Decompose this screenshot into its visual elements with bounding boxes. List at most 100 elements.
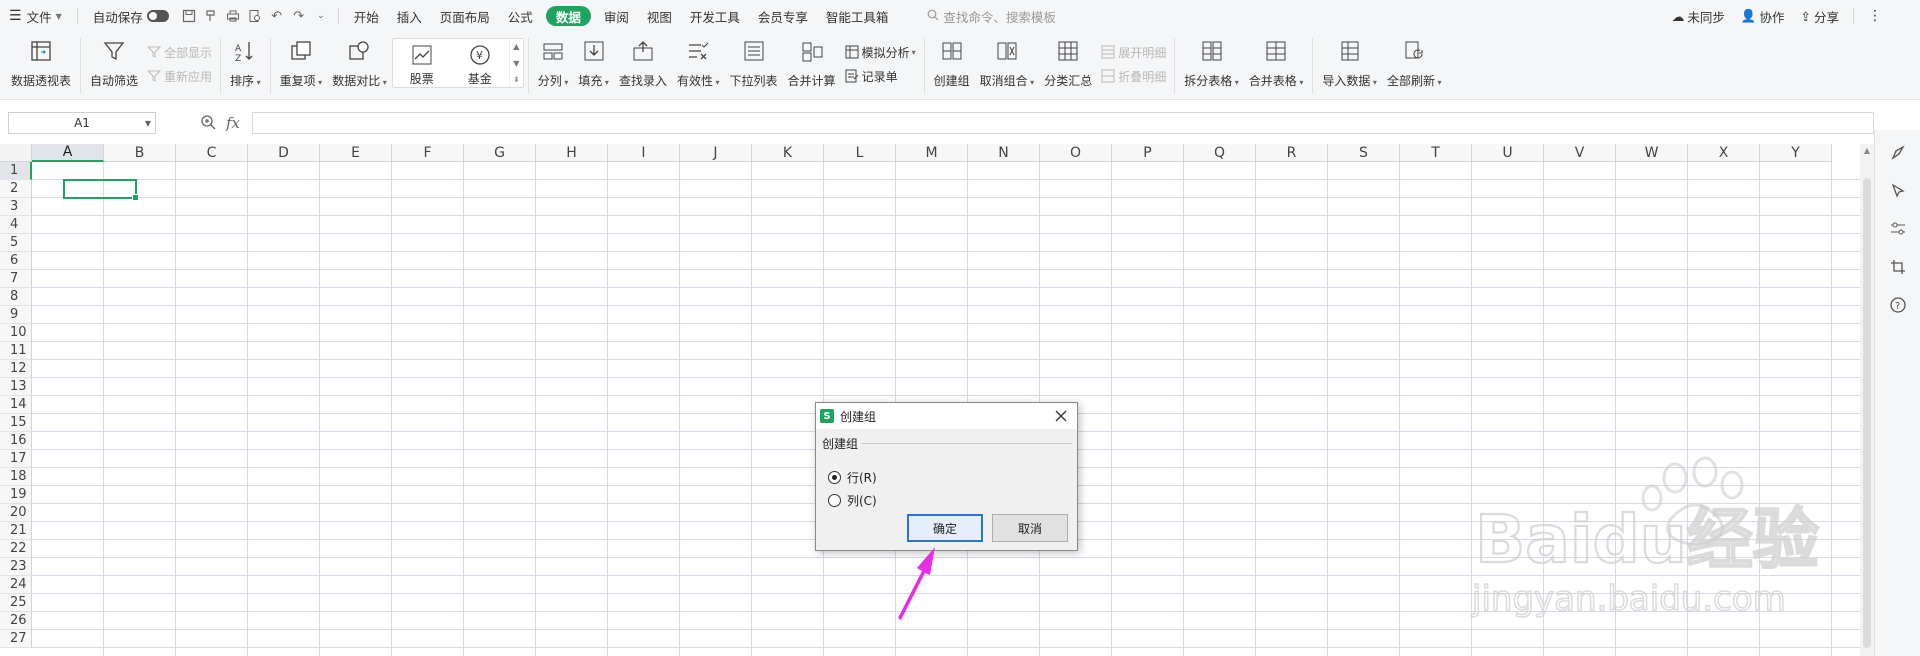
command-search[interactable]: 查找命令、搜索模板 (917, 7, 1066, 26)
select-cursor-icon[interactable] (1883, 172, 1913, 210)
tab-insert[interactable]: 插入 (388, 0, 431, 32)
tab-start[interactable]: 开始 (345, 0, 388, 32)
row-header[interactable]: 24 (0, 576, 32, 594)
column-header[interactable]: G (464, 144, 536, 162)
tab-developer[interactable]: 开发工具 (681, 0, 749, 32)
tab-review[interactable]: 审阅 (595, 0, 638, 32)
split-table-button[interactable]: 拆分表格 (1179, 32, 1244, 100)
ungroup-button[interactable]: 取消组合 (975, 32, 1040, 100)
column-header[interactable]: J (680, 144, 752, 162)
help-icon[interactable]: ? (1883, 286, 1913, 324)
row-header[interactable]: 7 (0, 270, 32, 288)
collab-button[interactable]: 👤 协作 (1733, 0, 1793, 32)
vertical-scrollbar[interactable]: ▲ (1860, 144, 1874, 656)
show-all-button[interactable]: 全部显示 (143, 40, 216, 64)
chevron-up-icon[interactable]: ▲ (513, 42, 519, 51)
row-header[interactable]: 23 (0, 558, 32, 576)
close-icon[interactable] (1051, 406, 1071, 426)
column-header[interactable]: T (1400, 144, 1472, 162)
row-header[interactable]: 8 (0, 288, 32, 306)
row-header[interactable]: 13 (0, 378, 32, 396)
ok-button[interactable]: 确定 (907, 514, 983, 542)
column-header[interactable]: Q (1184, 144, 1256, 162)
file-menu[interactable]: ☰ 文件 ▼ (0, 0, 71, 32)
sliders-icon[interactable] (1883, 210, 1913, 248)
data-compare-button[interactable]: 数据对比 (327, 32, 392, 100)
row-header[interactable]: 27 (0, 630, 32, 648)
row-header[interactable]: 12 (0, 360, 32, 378)
row-header[interactable]: 10 (0, 324, 32, 342)
toggle-switch[interactable] (146, 10, 169, 22)
column-header[interactable]: M (896, 144, 968, 162)
cancel-button[interactable]: 取消 (992, 514, 1068, 542)
record-form-button[interactable]: 记录单 (841, 64, 920, 88)
column-header[interactable]: I (608, 144, 680, 162)
tab-view[interactable]: 视图 (638, 0, 681, 32)
row-header[interactable]: 19 (0, 486, 32, 504)
expand-icon[interactable]: ⇟ (513, 75, 520, 84)
column-header[interactable]: L (824, 144, 896, 162)
column-header[interactable]: H (536, 144, 608, 162)
row-header[interactable]: 22 (0, 540, 32, 558)
row-header[interactable]: 26 (0, 612, 32, 630)
tab-formulas[interactable]: 公式 (499, 0, 542, 32)
column-header[interactable]: P (1112, 144, 1184, 162)
row-header[interactable]: 18 (0, 468, 32, 486)
column-header[interactable]: A (32, 144, 104, 162)
import-data-button[interactable]: 导入数据 (1317, 32, 1382, 100)
row-header[interactable]: 9 (0, 306, 32, 324)
radio-indicator-rows[interactable] (828, 471, 841, 484)
validity-button[interactable]: 有效性 (672, 32, 725, 100)
column-header[interactable]: X (1688, 144, 1760, 162)
radio-columns[interactable]: 列(C) (828, 492, 877, 509)
row-header[interactable]: 2 (0, 180, 32, 198)
column-header[interactable]: B (104, 144, 176, 162)
tab-data[interactable]: 数据 (545, 6, 591, 26)
radio-indicator-columns[interactable] (828, 494, 841, 507)
fill-button[interactable]: 填充 (573, 32, 614, 100)
select-all-corner[interactable] (0, 144, 32, 162)
column-header[interactable]: U (1472, 144, 1544, 162)
split-column-button[interactable]: 分列 (533, 32, 574, 100)
column-header[interactable]: E (320, 144, 392, 162)
collapse-detail-button[interactable]: 折叠明细 (1097, 64, 1170, 88)
column-header[interactable]: R (1256, 144, 1328, 162)
row-header[interactable]: 5 (0, 234, 32, 252)
stock-button[interactable]: 股票 (393, 39, 451, 87)
row-header[interactable]: 20 (0, 504, 32, 522)
whatif-button[interactable]: 模拟分析 ▾ (841, 40, 920, 64)
column-header[interactable]: V (1544, 144, 1616, 162)
print-preview-icon[interactable] (244, 0, 266, 32)
redo-icon[interactable]: ↷ (288, 0, 310, 32)
subtotal-button[interactable]: 分类汇总 (1039, 32, 1097, 100)
row-header[interactable]: 17 (0, 450, 32, 468)
autosave-toggle[interactable]: 自动保存 (84, 0, 178, 32)
format-painter-icon[interactable] (200, 0, 222, 32)
column-header[interactable]: K (752, 144, 824, 162)
pivot-table-button[interactable]: 数据透视表 (6, 32, 76, 100)
consolidate-button[interactable]: 合并计算 (783, 32, 841, 100)
column-header[interactable]: F (392, 144, 464, 162)
scroll-thumb[interactable] (1863, 178, 1871, 648)
row-header[interactable]: 3 (0, 198, 32, 216)
sort-button[interactable]: AZ 排序 (225, 32, 266, 100)
share-button[interactable]: ⇪ 分享 (1793, 0, 1848, 32)
row-header[interactable]: 14 (0, 396, 32, 414)
row-header[interactable]: 16 (0, 432, 32, 450)
rocket-icon[interactable] (1883, 134, 1913, 172)
row-header[interactable]: 4 (0, 216, 32, 234)
gallery-scroll[interactable]: ▲ ▼ ⇟ (508, 39, 523, 87)
reapply-button[interactable]: 重新应用 (143, 64, 216, 88)
tab-member[interactable]: 会员专享 (749, 0, 817, 32)
duplicates-button[interactable]: 重复项 (275, 32, 328, 100)
insert-function-icon[interactable]: fx (226, 114, 240, 132)
expand-detail-button[interactable]: 展开明细 (1097, 40, 1170, 64)
row-header[interactable]: 21 (0, 522, 32, 540)
print-icon[interactable] (222, 0, 244, 32)
tab-smart-toolbox[interactable]: 智能工具箱 (817, 0, 898, 32)
save-icon[interactable] (178, 0, 200, 32)
column-header[interactable]: D (248, 144, 320, 162)
column-header[interactable]: O (1040, 144, 1112, 162)
sync-button[interactable]: ☁ 未同步 (1664, 0, 1733, 32)
column-header[interactable]: S (1328, 144, 1400, 162)
